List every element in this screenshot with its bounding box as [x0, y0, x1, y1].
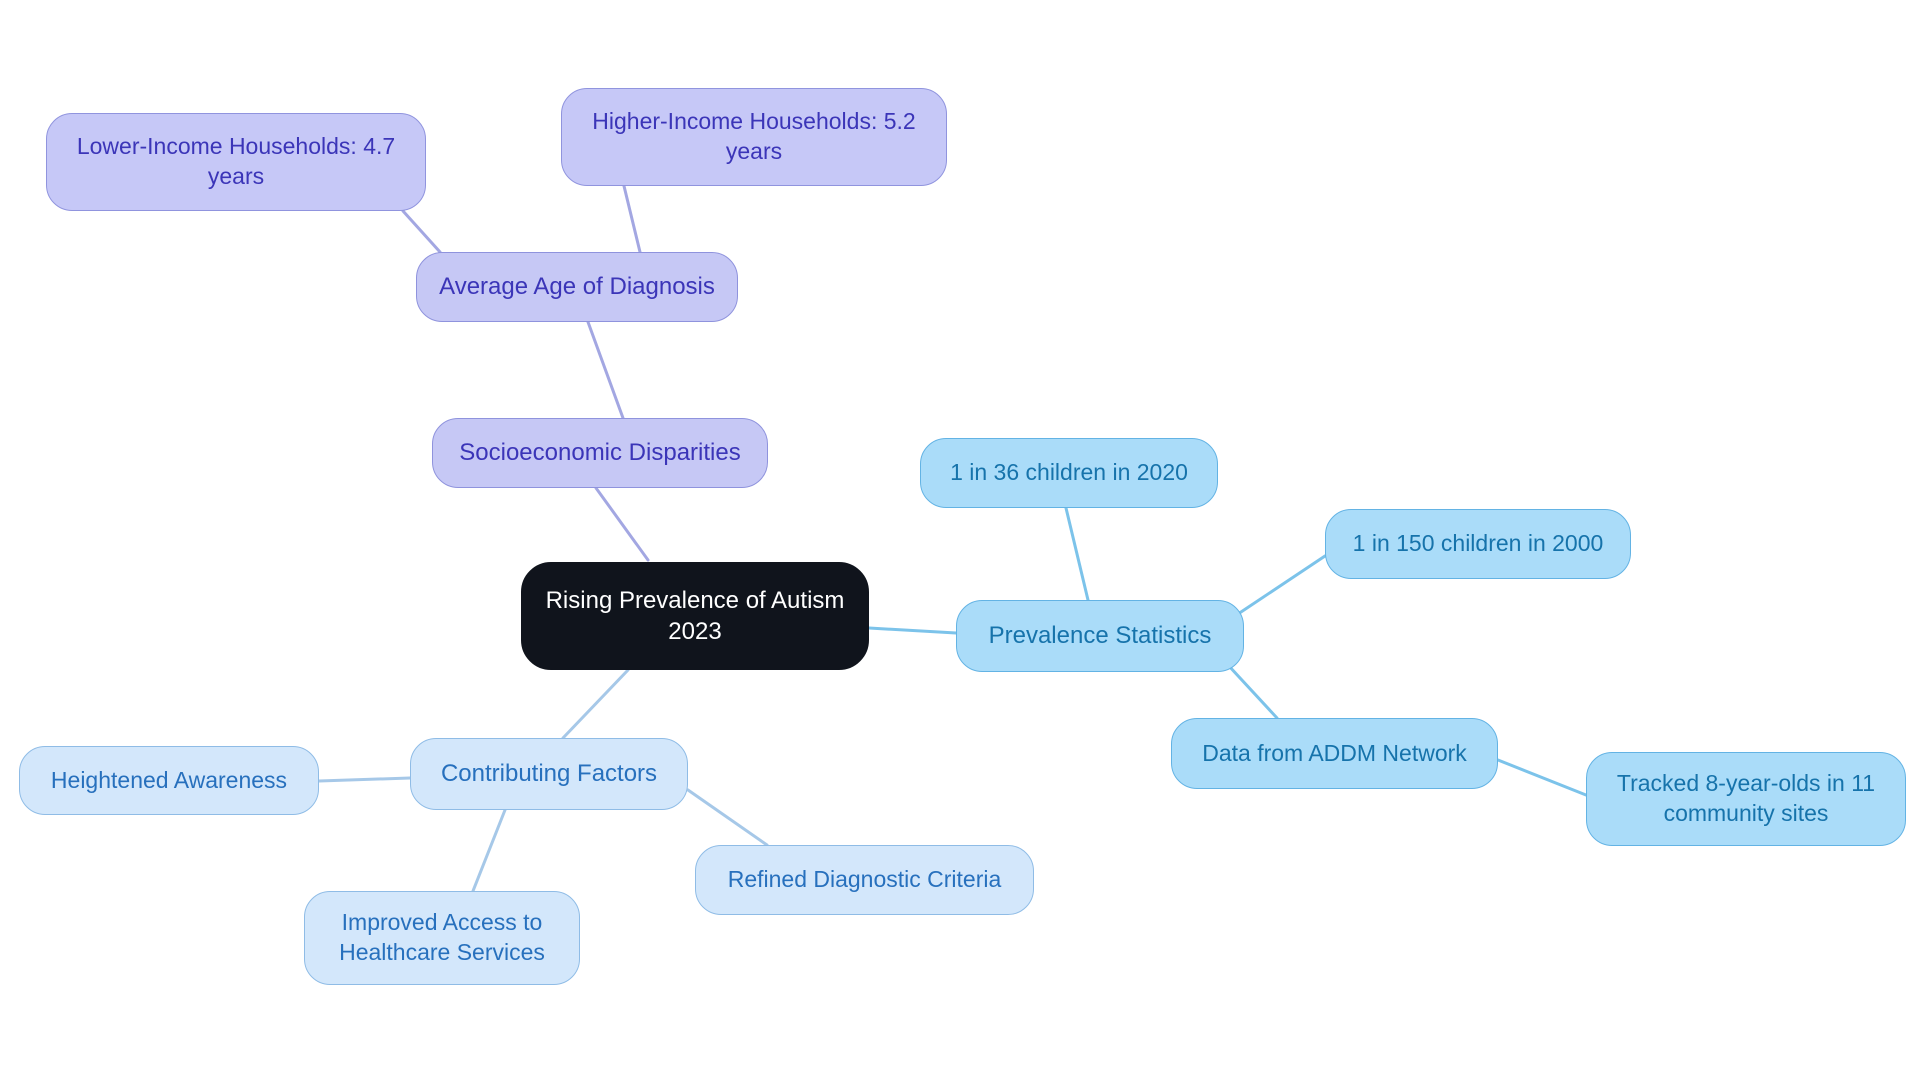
edge-contributing_factors-to-heightened_awareness — [317, 776, 412, 783]
edge-prevalence_statistics-to-addm_network — [1226, 663, 1279, 720]
node-data-from-addm-network[interactable]: Data from ADDM Network — [1171, 718, 1498, 789]
node-label: Average Age of Diagnosis — [439, 273, 715, 301]
node-label: Lower-Income Households: 4.7 years — [76, 133, 396, 189]
node-contributing-factors[interactable]: Contributing Factors — [410, 738, 688, 810]
node-average-age-of-diagnosis[interactable]: Average Age of Diagnosis — [416, 252, 738, 322]
edge-socioeconomic_disparities-to-average_age_of_diagnosis — [586, 320, 625, 420]
node-label: Tracked 8-year-olds in 11 community site… — [1616, 770, 1876, 826]
edge-root-to-prevalence_statistics — [867, 626, 958, 635]
mindmap-canvas: Lower-Income Households: 4.7 years Highe… — [0, 0, 1920, 1083]
edge-contributing_factors-to-refined_criteria — [686, 788, 769, 847]
edge-root-to-socioeconomic_disparities — [594, 486, 650, 562]
node-heightened-awareness[interactable]: Heightened Awareness — [19, 746, 319, 815]
node-higher-income-households[interactable]: Higher-Income Households: 5.2 years — [561, 88, 947, 186]
node-label: Improved Access to Healthcare Services — [339, 909, 545, 965]
node-label: Contributing Factors — [440, 760, 658, 788]
node-label: 1 in 36 children in 2020 — [950, 459, 1188, 486]
node-lower-income-households[interactable]: Lower-Income Households: 4.7 years — [46, 113, 426, 211]
node-label: 1 in 150 children in 2000 — [1352, 530, 1604, 557]
node-tracked-8-year-olds[interactable]: Tracked 8-year-olds in 11 community site… — [1586, 752, 1906, 846]
edge-contributing_factors-to-improved_access — [471, 808, 507, 893]
edge-root-to-contributing_factors — [561, 668, 630, 740]
node-one-in-150-children-2000[interactable]: 1 in 150 children in 2000 — [1325, 509, 1631, 579]
node-label: Rising Prevalence of Autism 2023 — [545, 586, 845, 645]
edge-average_age_of_diagnosis-to-higher_income_households — [622, 184, 642, 254]
node-label: Higher-Income Households: 5.2 years — [592, 108, 916, 164]
node-label: Refined Diagnostic Criteria — [727, 866, 1002, 893]
node-root-rising-prevalence-of-autism[interactable]: Rising Prevalence of Autism 2023 — [521, 562, 869, 670]
edge-prevalence_statistics-to-one_in_36 — [1064, 506, 1090, 602]
edge-addm_network-to-tracked_sites — [1496, 758, 1588, 797]
node-label: Heightened Awareness — [50, 766, 288, 793]
node-improved-access-healthcare[interactable]: Improved Access to Healthcare Services — [304, 891, 580, 985]
edge-average_age_of_diagnosis-to-lower_income_households — [401, 209, 442, 254]
node-prevalence-statistics[interactable]: Prevalence Statistics — [956, 600, 1244, 672]
node-label: Data from ADDM Network — [1202, 739, 1467, 766]
node-one-in-36-children-2020[interactable]: 1 in 36 children in 2020 — [920, 438, 1218, 508]
node-label: Socioeconomic Disparities — [459, 439, 741, 467]
node-refined-diagnostic-criteria[interactable]: Refined Diagnostic Criteria — [695, 845, 1034, 915]
node-socioeconomic-disparities[interactable]: Socioeconomic Disparities — [432, 418, 768, 488]
edge-prevalence_statistics-to-one_in_150 — [1236, 554, 1327, 616]
node-label: Prevalence Statistics — [988, 622, 1212, 650]
